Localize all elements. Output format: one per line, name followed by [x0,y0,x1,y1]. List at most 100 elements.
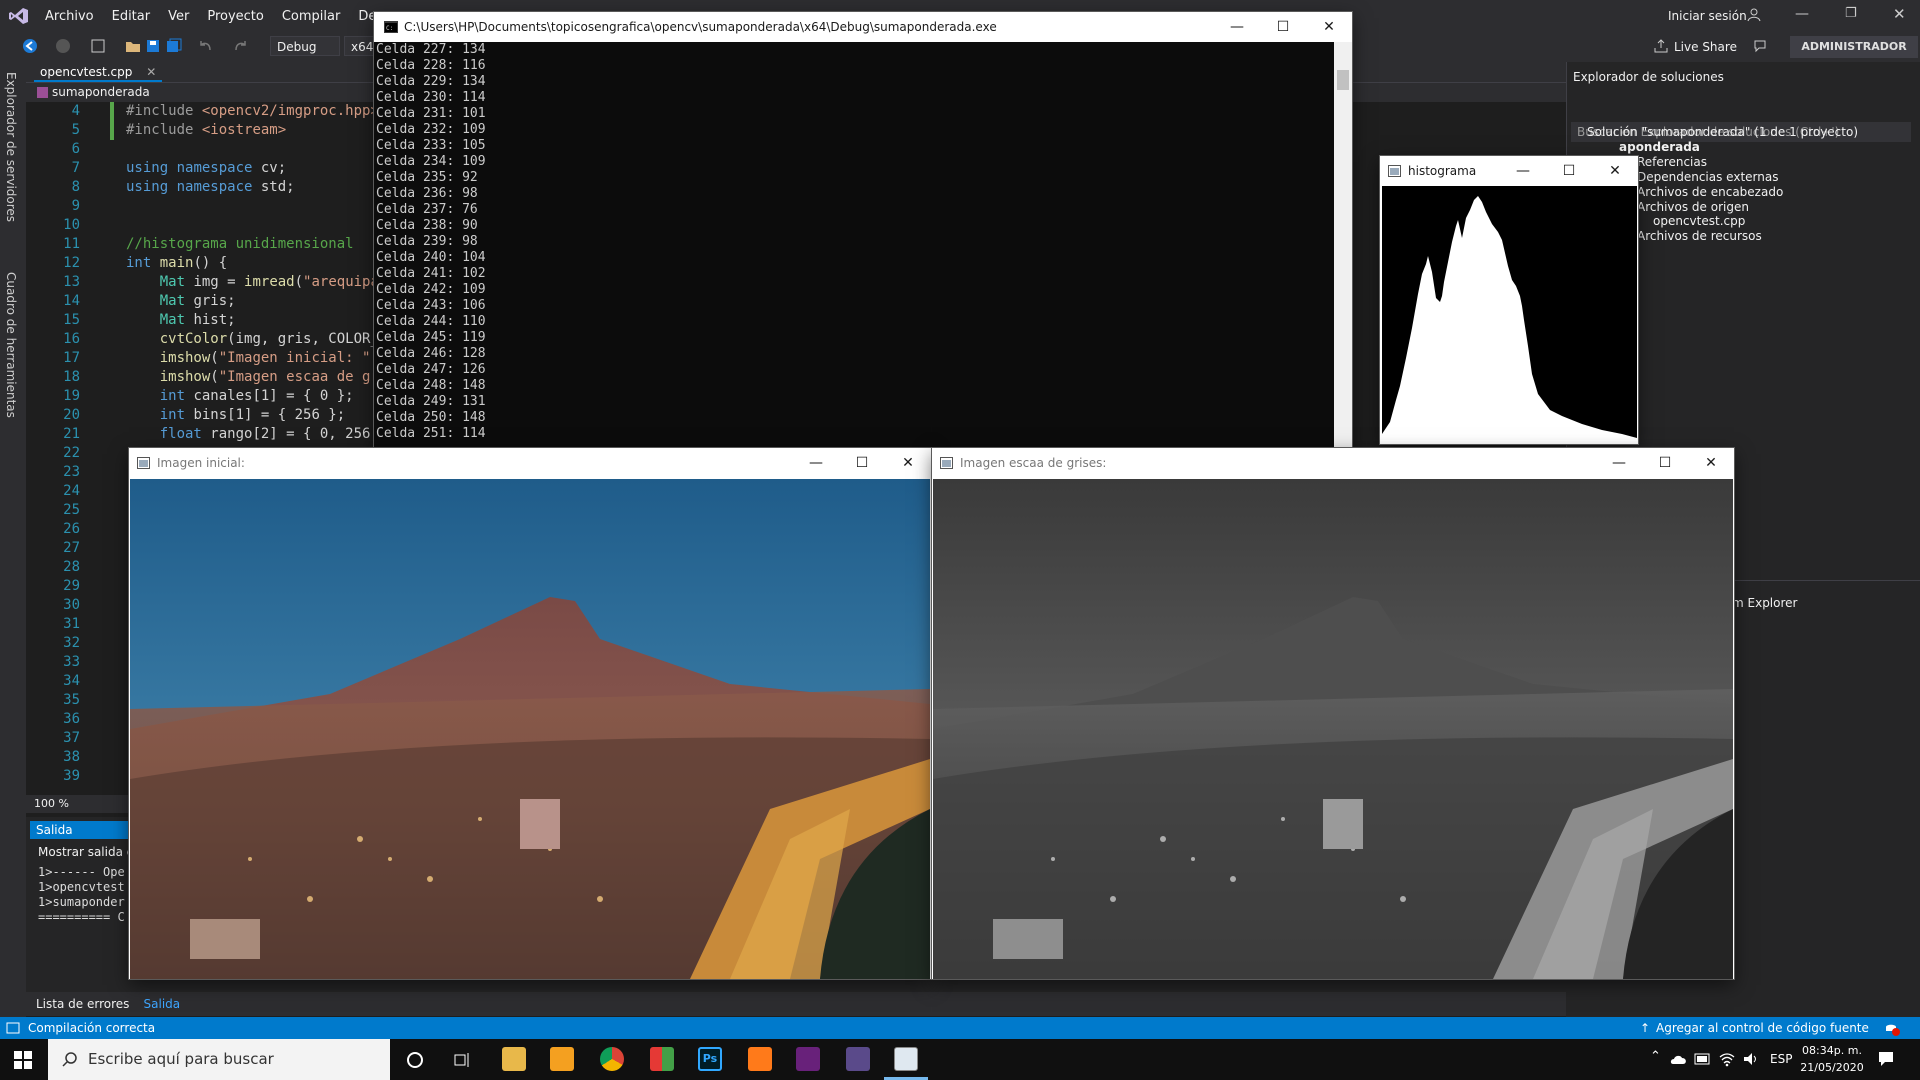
code-line[interactable]: int bins[1] = { 256 }; [126,406,387,425]
task-view-icon[interactable] [454,1051,472,1069]
volume-icon[interactable] [1742,1051,1760,1067]
minimize-button[interactable]: — [793,448,839,478]
new-project-icon[interactable] [90,38,106,54]
code-line[interactable] [126,140,387,159]
language-indicator[interactable]: ESP [1770,1039,1792,1080]
menu-item[interactable]: Compilar [273,9,349,24]
code-line[interactable]: Mat img = imread("arequipa. [126,273,388,292]
solution-tree-item[interactable]: Referencias [1637,155,1707,169]
minimize-button[interactable]: — [1596,448,1642,478]
grayscale-image-title-bar[interactable]: Imagen escaa de grises: — ☐ ✕ [932,448,1734,478]
code-line[interactable]: float rango[2] = { 0, 256 } [126,425,388,444]
error-list-tab[interactable]: Lista de errores [36,992,129,1016]
close-button[interactable]: ✕ [1306,12,1352,42]
code-line[interactable]: #include <iostream> [126,121,387,140]
configuration-select[interactable]: Debug [270,36,340,56]
output-tab[interactable]: Salida [144,992,181,1016]
code-line[interactable] [126,216,387,235]
wifi-icon[interactable] [1718,1051,1736,1067]
undo-icon[interactable] [198,38,214,54]
save-all-icon[interactable] [166,38,182,54]
taskbar-search-input[interactable]: Escribe aquí para buscar [48,1039,390,1080]
solution-tree-item[interactable]: Dependencias externas [1637,170,1778,184]
solution-tree-item[interactable]: Archivos de recursos [1637,229,1762,243]
solution-tree-item[interactable]: Archivos de encabezado [1637,185,1783,199]
code-line[interactable]: using namespace cv; [126,159,387,178]
app-tiles-icon[interactable] [650,1047,674,1071]
toolbox-tab[interactable]: Cuadro de herramientas [4,272,18,418]
menu-item[interactable]: Editar [103,9,160,24]
windows-start-icon[interactable] [14,1051,32,1069]
photoshop-icon[interactable]: Ps [698,1047,722,1071]
code-line[interactable]: cvtColor(img, gris, COLOR_R [126,330,388,349]
solution-tree-item[interactable]: Solución "sumaponderada" (1 de 1 proyect… [1587,125,1858,139]
battery-icon[interactable] [1694,1053,1712,1065]
redo-icon[interactable] [232,38,248,54]
original-image-title-bar[interactable]: Imagen inicial: — ☐ ✕ [129,448,931,478]
open-file-icon[interactable] [125,38,141,54]
forward-icon[interactable] [55,38,71,54]
close-button[interactable]: ✕ [1688,448,1734,478]
opencv-window-icon[interactable] [894,1047,918,1071]
code-line[interactable]: using namespace std; [126,178,387,197]
source-control-button[interactable]: Agregar al control de código fuente [1656,1017,1869,1039]
visual-studio-icon[interactable] [796,1047,820,1071]
code-line[interactable]: Mat hist; [126,311,387,330]
minimize-button[interactable]: — [1500,156,1546,186]
maximize-button[interactable]: ☐ [1642,448,1688,478]
close-vs-button[interactable]: ✕ [1893,5,1906,23]
code-line[interactable]: int main() { [126,254,387,273]
zoom-level[interactable]: 100 % [26,795,130,813]
live-share-button[interactable]: Live Share [1674,32,1737,62]
menu-item[interactable]: Proyecto [198,9,273,24]
code-line[interactable] [126,197,387,216]
close-button[interactable]: ✕ [885,448,931,478]
histogram-title-bar[interactable]: histograma — ☐ ✕ [1380,156,1638,186]
maximize-button[interactable]: ☐ [1260,12,1306,42]
sign-in-link[interactable]: Iniciar sesión [1668,0,1747,32]
close-button[interactable]: ✕ [1592,156,1638,186]
solution-tree-item[interactable]: opencvtest.cpp [1653,214,1745,228]
maximize-button[interactable]: ☐ [1546,156,1592,186]
code-line[interactable]: imshow("Imagen escaa de gri [126,368,388,387]
restore-vs-button[interactable]: ❐ [1845,6,1857,21]
server-explorer-tab[interactable]: Explorador de servidores [4,72,18,222]
scroll-thumb[interactable] [1337,70,1349,90]
code-line[interactable]: #include <opencv2/imgproc.hpp> [126,102,387,121]
action-center-icon[interactable] [1877,1050,1895,1068]
console-title-bar[interactable]: C: C:\Users\HP\Documents\topicosengrafic… [374,12,1352,42]
chrome-icon[interactable] [600,1047,624,1071]
save-icon[interactable] [145,38,161,54]
file-tab-opencvtest[interactable]: opencvtest.cpp ✕ [34,62,163,82]
menu-item[interactable]: Ver [159,9,198,24]
media-player-icon[interactable] [550,1047,574,1071]
console-line: Celda 229: 134 [376,74,486,89]
code-line[interactable]: //histograma unidimensional [126,235,387,254]
menu-item[interactable]: Archivo [36,9,103,24]
file-explorer-icon[interactable] [502,1047,526,1071]
show-hidden-icons-icon[interactable]: ⌃ [1650,1049,1661,1064]
notifications-icon[interactable] [1882,1020,1900,1036]
back-icon[interactable] [22,38,38,54]
team-explorer-tab[interactable]: m Explorer [1732,596,1797,610]
clock[interactable]: 08:34p. m. 21/05/2020 [1800,1042,1864,1076]
code-line[interactable]: imshow("Imagen inicial: ", [126,349,387,368]
scope-dropdown[interactable]: sumaponderada [52,83,150,102]
minimize-vs-button[interactable]: — [1795,6,1809,22]
platform-select[interactable]: x64 [344,36,374,56]
solution-tree-item[interactable]: Archivos de origen [1637,200,1749,214]
cortana-icon[interactable] [406,1051,424,1069]
line-number: 11 [63,236,80,252]
code-line[interactable]: int canales[1] = { 0 }; [126,387,387,406]
minimize-button[interactable]: — [1214,12,1260,42]
close-tab-icon[interactable]: ✕ [146,62,156,82]
line-number: 13 [63,274,80,290]
maximize-button[interactable]: ☐ [839,448,885,478]
solution-tree-item[interactable]: aponderada [1619,140,1700,154]
code-line[interactable]: Mat gris; [126,292,387,311]
console-scrollbar[interactable] [1334,42,1352,452]
terminal-icon[interactable] [846,1047,870,1071]
feedback-icon[interactable] [1752,38,1768,54]
onedrive-icon[interactable] [1670,1052,1688,1066]
sublime-text-icon[interactable] [748,1047,772,1071]
